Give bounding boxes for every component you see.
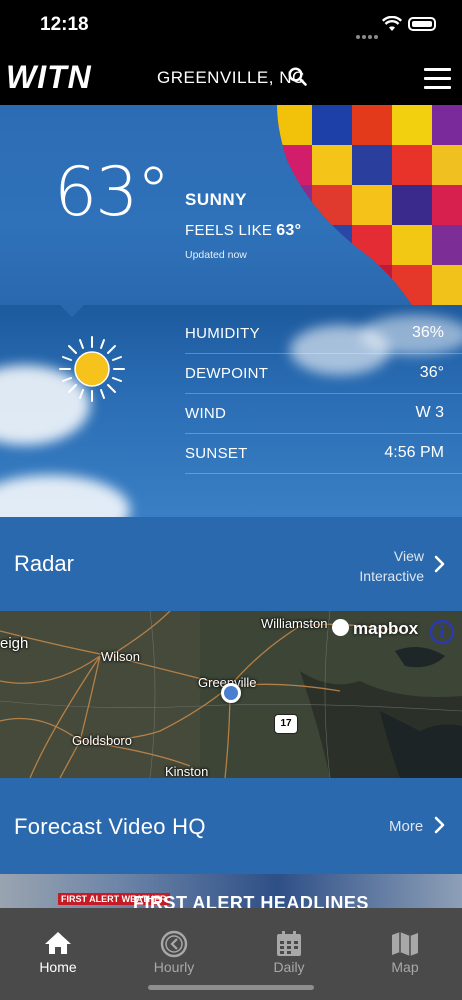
map-label: eigh [0,635,29,652]
detail-label: DEWPOINT [185,365,269,382]
route-shield-icon: 17 [274,714,298,734]
detail-label: SUNSET [185,445,248,462]
detail-label: HUMIDITY [185,325,260,342]
battery-icon [408,17,436,31]
status-bar: 12:18 [0,0,462,50]
current-condition: SUNNY [185,190,248,209]
location-label[interactable]: GREENVILLE, NC [157,68,305,88]
current-temperature: 63° [54,153,171,232]
tab-hourly[interactable]: Hourly [116,908,232,978]
witn-logo[interactable]: WITN [6,59,92,96]
status-time: 12:18 [40,14,89,35]
feels-like-value: 63° [276,222,302,239]
forecast-video-title: Forecast Video HQ [14,814,206,839]
forecast-video-section-header[interactable]: Forecast Video HQ More [0,778,462,874]
calendar-icon [277,931,301,956]
detail-row-sunset: SUNSET 4:56 PM [185,433,462,474]
tab-daily[interactable]: Daily [231,908,347,978]
map-icon [392,932,418,956]
radar-title: Radar [14,551,74,576]
tab-label: Daily [273,959,305,975]
map-label: Goldsboro [72,733,132,748]
chevron-right-icon [434,555,445,573]
wifi-icon [382,16,402,31]
detail-value: 4:56 PM [384,444,444,461]
map-label: Williamston [261,616,328,631]
detail-value: W 3 [415,404,444,421]
app-header: WITN GREENVILLE, NC [0,50,462,105]
tab-home[interactable]: Home [0,908,116,978]
cellular-signal-icon [356,26,380,44]
mapbox-wordmark: mapbox [353,619,419,638]
detail-row-dewpoint: DEWPOINT 36° [185,353,462,394]
mapbox-attribution: mapbox [332,619,418,639]
tab-label: Home [39,959,77,975]
map-label: Kinston [165,764,209,778]
tab-label: Hourly [153,959,195,975]
cloud-background [0,475,130,517]
view-interactive-line2: Interactive [359,568,424,584]
view-interactive-line1: View [393,548,424,564]
radar-section-header[interactable]: Radar View Interactive [0,517,462,611]
chevron-right-icon [434,816,445,834]
current-location-marker [221,683,241,703]
hamburger-menu-icon[interactable] [424,68,451,95]
updated-timestamp: Updated now [185,249,247,261]
detail-value: 36° [419,364,444,381]
detail-value: 36% [411,324,444,341]
current-conditions-panel: 63° SUNNY FEELS LIKE 63° Updated now [0,105,462,305]
tab-map[interactable]: Map [347,908,462,978]
feels-like-label: FEELS LIKE [185,222,273,239]
detail-label: WIND [185,405,227,422]
mapbox-logo-icon [332,619,349,636]
sunny-icon [59,336,125,402]
tab-label: Map [391,959,419,975]
more-link[interactable]: More [389,818,423,835]
house-icon [45,932,71,954]
detail-row-humidity: HUMIDITY 36% [185,313,462,354]
info-icon[interactable] [429,619,455,645]
hot-air-balloon-image [277,105,462,305]
detail-row-wind: WIND W 3 [185,393,462,434]
panel-pointer [60,305,84,317]
view-interactive-link[interactable]: View Interactive [340,546,424,586]
search-icon[interactable] [288,67,307,86]
map-label: Wilson [101,649,141,664]
clock-icon [160,930,188,958]
feels-like: FEELS LIKE 63° [185,222,301,240]
home-indicator [148,985,314,990]
